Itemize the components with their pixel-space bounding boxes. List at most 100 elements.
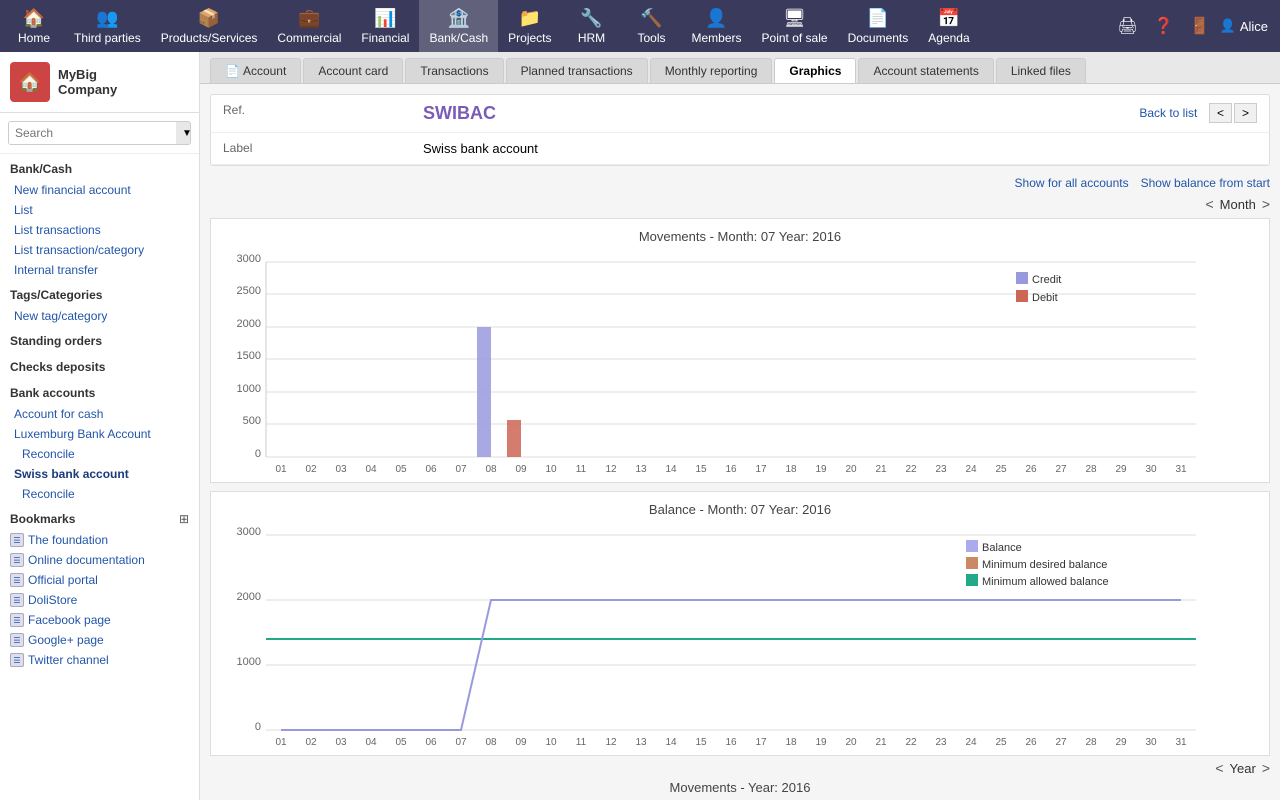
nav-home[interactable]: 🏠 Home [4,0,64,52]
nav-bank-cash[interactable]: 🏦 Bank/Cash [419,0,498,52]
sidebar-item-account-cash[interactable]: Account for cash [0,404,199,424]
logo-icon: 🏠 [10,62,50,102]
nav-third-parties[interactable]: 👥 Third parties [64,0,151,52]
svg-text:18: 18 [785,464,797,472]
svg-text:24: 24 [965,464,977,472]
help-icon[interactable]: ❓ [1148,12,1180,40]
svg-text:10: 10 [545,737,557,745]
account-header: Ref. SWIBAC Back to list < > Label Swiss [210,94,1270,166]
sidebar-item-list[interactable]: List [0,200,199,220]
sidebar-item-internal-transfer[interactable]: Internal transfer [0,260,199,280]
svg-text:1000: 1000 [237,656,261,668]
bookmark-online-doc[interactable]: ☰ Online documentation [0,550,199,570]
nav-commercial-label: Commercial [277,31,341,45]
svg-text:Minimum desired balance: Minimum desired balance [982,559,1107,571]
tags-section-title: Tags/Categories [0,280,199,306]
tab-account-icon: 📄 [225,64,240,78]
svg-text:05: 05 [395,464,407,472]
svg-text:2000: 2000 [237,591,261,603]
sidebar-item-swiss-bank[interactable]: Swiss bank account [0,464,199,484]
tab-planned[interactable]: Planned transactions [506,58,648,83]
sidebar-item-reconcile-lux[interactable]: Reconcile [0,444,199,464]
show-all-accounts-link[interactable]: Show for all accounts [1015,176,1129,190]
prev-month-btn[interactable]: < [1205,196,1213,212]
search-input[interactable] [9,122,176,144]
third-parties-icon: 👥 [96,8,118,29]
svg-text:25: 25 [995,464,1007,472]
search-dropdown-btn[interactable]: ▼ [176,122,191,144]
bookmark-facebook[interactable]: ☰ Facebook page [0,610,199,630]
svg-text:07: 07 [455,464,467,472]
bank-cash-icon: 🏦 [448,8,470,29]
svg-text:19: 19 [815,464,827,472]
bookmark-official-portal[interactable]: ☰ Official portal [0,570,199,590]
svg-text:24: 24 [965,737,977,745]
tab-account-card[interactable]: Account card [303,58,403,83]
action-bar: Show for all accounts Show balance from … [210,176,1270,190]
back-to-list-link[interactable]: Back to list [1139,106,1197,120]
sidebar-item-new-financial[interactable]: New financial account [0,180,199,200]
tab-account[interactable]: 📄Account [210,58,301,83]
chart3-title-partial: Movements - Year: 2016 [200,780,1280,795]
agenda-icon: 📅 [938,8,960,29]
bank-accounts-title: Bank accounts [0,378,199,404]
nav-agenda[interactable]: 📅 Agenda [918,0,979,52]
next-year-btn[interactable]: > [1262,760,1270,776]
svg-text:15: 15 [695,464,707,472]
commercial-icon: 💼 [298,8,320,29]
sidebar-item-reconcile-swiss[interactable]: Reconcile [0,484,199,504]
tab-transactions[interactable]: Transactions [405,58,503,83]
nav-commercial[interactable]: 💼 Commercial [267,0,351,52]
sidebar-item-list-transaction-category[interactable]: List transaction/category [0,240,199,260]
svg-text:0: 0 [255,721,261,733]
tab-statements[interactable]: Account statements [858,58,993,83]
svg-text:06: 06 [425,464,437,472]
bookmark-google-plus[interactable]: ☰ Google+ page [0,630,199,650]
svg-text:25: 25 [995,737,1007,745]
show-balance-link[interactable]: Show balance from start [1141,176,1270,190]
svg-text:13: 13 [635,737,647,745]
bookmark-edit-icon[interactable]: ⊞ [179,512,189,526]
tab-monthly[interactable]: Monthly reporting [650,58,773,83]
svg-text:26: 26 [1025,737,1037,745]
chart1-container: Movements - Month: 07 Year: 2016 0 500 1… [210,218,1270,483]
print-icon[interactable]: 🖨 [1111,12,1143,40]
bookmark-twitter[interactable]: ☰ Twitter channel [0,650,199,670]
chart2-svg: 0 1000 2000 3000 01 [221,525,1241,745]
members-icon: 👤 [705,8,727,29]
svg-text:31: 31 [1175,737,1187,745]
nav-projects[interactable]: 📁 Projects [498,0,561,52]
bookmark-foundation[interactable]: ☰ The foundation [0,530,199,550]
svg-text:09: 09 [515,464,527,472]
next-account-btn[interactable]: > [1234,103,1257,123]
svg-text:11: 11 [576,464,587,472]
nav-tools[interactable]: 🔨 Tools [622,0,682,52]
bookmark-dolistore[interactable]: ☰ DoliStore [0,590,199,610]
products-icon: 📦 [198,8,220,29]
tab-linked-files[interactable]: Linked files [996,58,1086,83]
svg-text:14: 14 [665,737,677,745]
prev-account-btn[interactable]: < [1209,103,1232,123]
nav-pos[interactable]: 🖥 Point of sale [752,0,838,52]
period-label: Month [1220,197,1256,212]
tab-graphics[interactable]: Graphics [774,58,856,83]
svg-text:03: 03 [335,464,347,472]
nav-documents[interactable]: 📄 Documents [838,0,919,52]
sidebar-item-lux-bank[interactable]: Luxemburg Bank Account [0,424,199,444]
nav-hrm[interactable]: 🔧 HRM [562,0,622,52]
nav-products-label: Products/Services [161,31,258,45]
nav-products[interactable]: 📦 Products/Services [151,0,268,52]
sidebar-item-list-transactions[interactable]: List transactions [0,220,199,240]
next-month-btn[interactable]: > [1262,196,1270,212]
logout-icon[interactable]: 🚪 [1184,12,1216,40]
svg-text:30: 30 [1145,737,1157,745]
user-label: 👤 Alice [1220,18,1268,34]
nav-financial[interactable]: 📊 Financial [351,0,419,52]
sidebar-item-new-tag[interactable]: New tag/category [0,306,199,326]
nav-third-parties-label: Third parties [74,31,141,45]
svg-text:27: 27 [1055,464,1067,472]
svg-text:02: 02 [305,464,317,472]
chart1-svg: 0 500 1000 1500 2000 2500 3000 [221,252,1241,472]
prev-year-btn[interactable]: < [1215,760,1223,776]
nav-members[interactable]: 👤 Members [682,0,752,52]
